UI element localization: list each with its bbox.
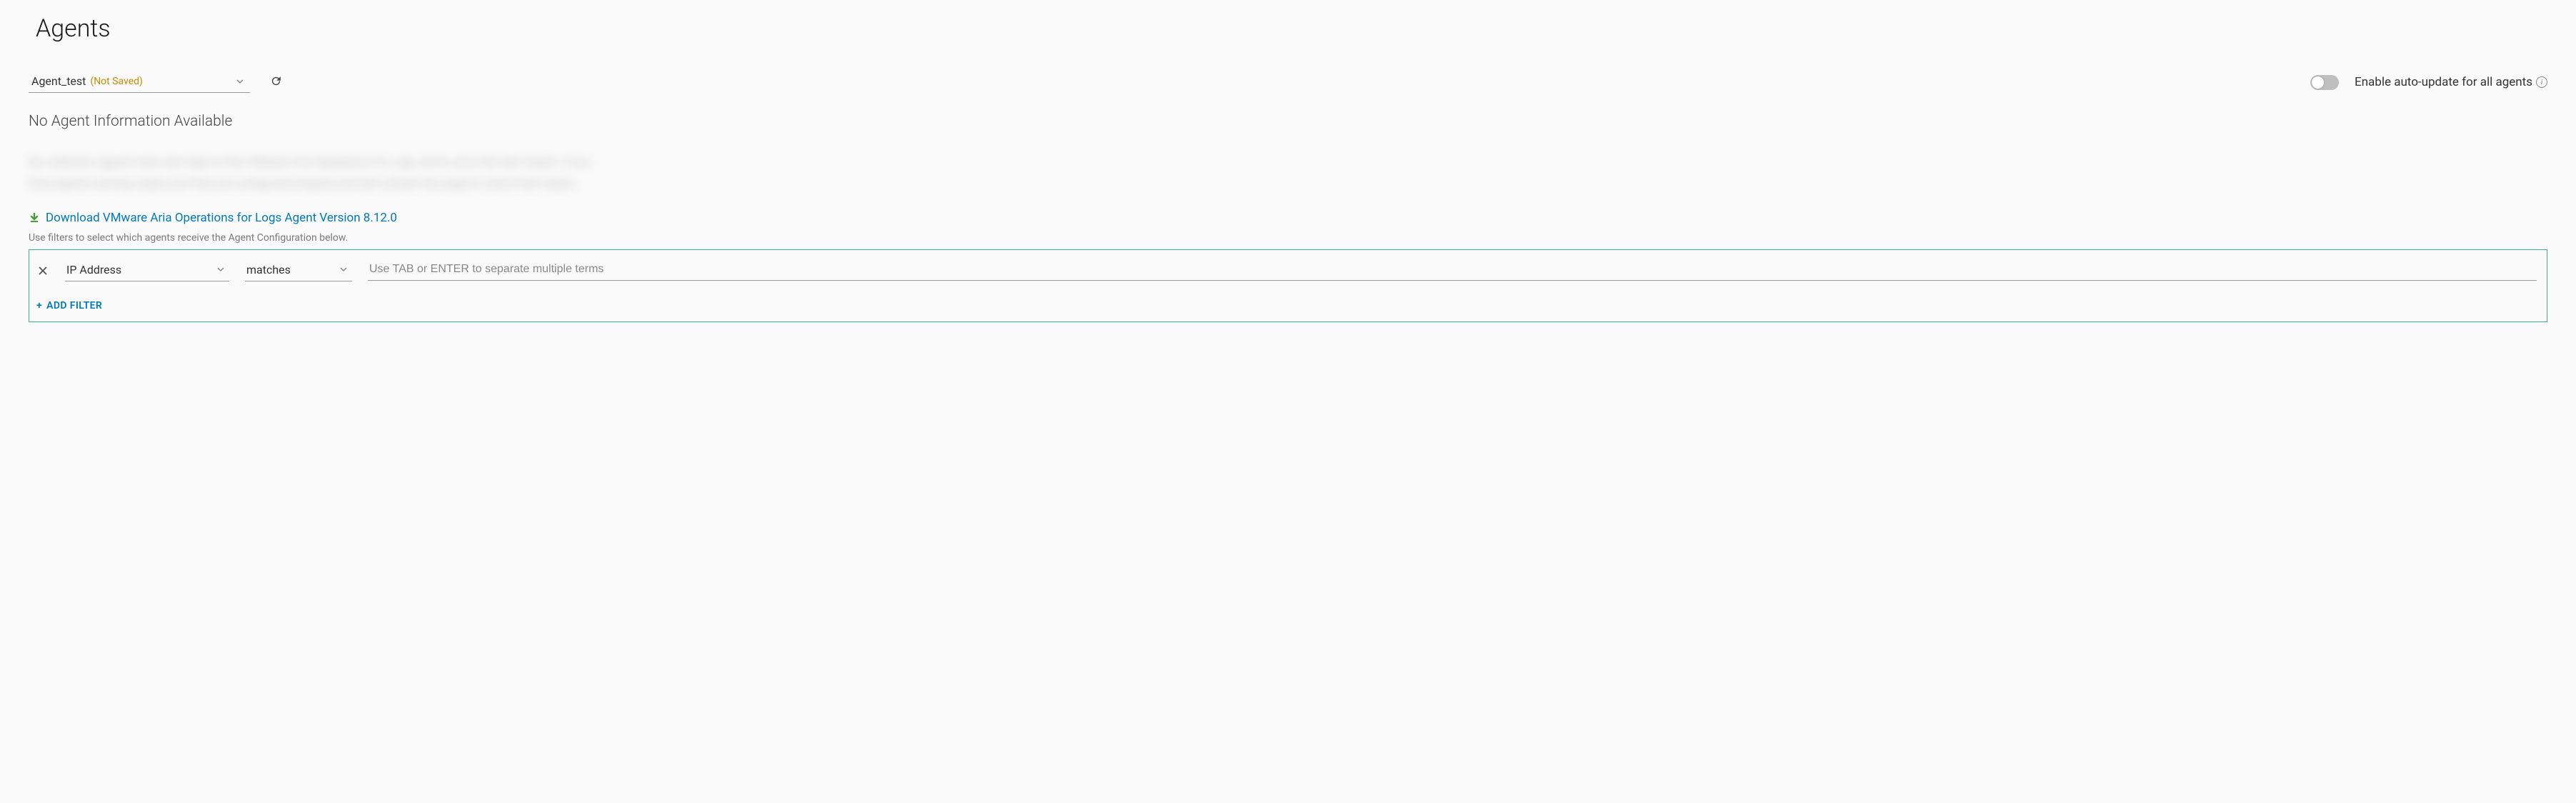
page-title: Agents bbox=[36, 14, 2547, 43]
filter-hint-text: Use filters to select which agents recei… bbox=[29, 232, 2547, 244]
add-filter-button[interactable]: + Add Filter bbox=[36, 300, 102, 311]
filter-operator-select[interactable]: matches bbox=[245, 260, 352, 281]
download-arrow-icon bbox=[29, 212, 40, 224]
refresh-icon[interactable] bbox=[270, 75, 282, 90]
download-row: Download VMware Aria Operations for Logs… bbox=[29, 211, 2547, 225]
auto-update-label: Enable auto-update for all agents i bbox=[2355, 75, 2547, 89]
blurred-description: No collection agents have sent data to t… bbox=[29, 151, 600, 195]
toggle-knob bbox=[2312, 76, 2324, 89]
no-agent-info-heading: No Agent Information Available bbox=[29, 113, 2547, 130]
toolbar-row: Agent_test (Not Saved) Enable auto-updat… bbox=[29, 71, 2547, 93]
download-agent-link[interactable]: Download VMware Aria Operations for Logs… bbox=[46, 211, 397, 225]
auto-update-toggle[interactable] bbox=[2310, 75, 2339, 90]
filter-row: IP Address matches bbox=[36, 260, 2537, 281]
filter-operator-value: matches bbox=[246, 263, 291, 276]
info-icon[interactable]: i bbox=[2536, 76, 2547, 88]
filter-value-input[interactable] bbox=[368, 260, 2537, 281]
toolbar-left: Agent_test (Not Saved) bbox=[29, 71, 282, 93]
agent-config-name: Agent_test bbox=[31, 74, 86, 88]
auto-update-label-text: Enable auto-update for all agents bbox=[2355, 75, 2532, 89]
chevron-down-icon bbox=[216, 265, 225, 274]
filter-field-value: IP Address bbox=[66, 263, 121, 276]
toolbar-right: Enable auto-update for all agents i bbox=[2310, 75, 2547, 90]
filter-field-select[interactable]: IP Address bbox=[65, 260, 229, 281]
filter-panel: IP Address matches + Add Filter bbox=[29, 249, 2547, 322]
agent-config-status: (Not Saved) bbox=[90, 76, 143, 87]
chevron-down-icon bbox=[339, 265, 348, 274]
add-filter-label: Add Filter bbox=[46, 300, 102, 311]
plus-icon: + bbox=[36, 300, 42, 311]
chevron-down-icon bbox=[236, 77, 250, 86]
remove-filter-icon[interactable] bbox=[36, 266, 49, 276]
agent-config-select[interactable]: Agent_test (Not Saved) bbox=[29, 71, 250, 93]
